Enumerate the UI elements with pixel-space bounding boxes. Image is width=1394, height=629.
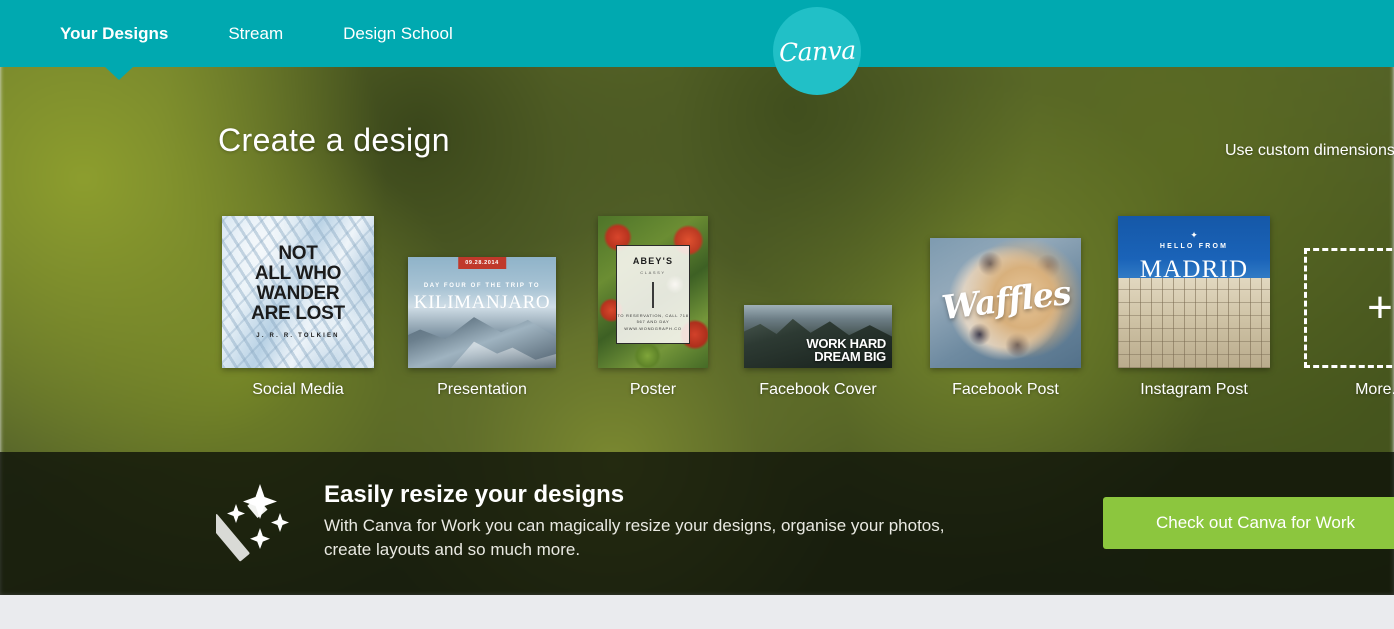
tile-label-presentation: Presentation	[437, 381, 527, 398]
canva-logo[interactable]: Canva	[773, 7, 861, 95]
use-custom-dimensions-link[interactable]: Use custom dimensions	[1225, 142, 1394, 160]
artwork-building	[1118, 278, 1270, 368]
tile-label-social-media: Social Media	[252, 381, 344, 398]
thumbnail-poster: ABEY'S CLASSY TO RESERVATION, CALL 718 5…	[598, 216, 708, 368]
nav-item-stream[interactable]: Stream	[228, 0, 283, 67]
artwork-work-hard-dream-big: WORK HARD DREAM BIG	[744, 305, 892, 368]
page-bottom-strip	[0, 595, 1394, 629]
canva-logo-text: Canva	[778, 35, 856, 67]
artwork-salad-poster: ABEY'S CLASSY TO RESERVATION, CALL 718 5…	[598, 216, 708, 368]
artwork-brand-sub: CLASSY	[640, 270, 666, 276]
check-out-canva-for-work-button[interactable]: Check out Canva for Work	[1103, 497, 1394, 549]
artwork-title: KILIMANJARO	[413, 292, 551, 313]
thumbnail-instagram-post: ✦ HELLO FROM MADRID	[1118, 216, 1270, 368]
artwork-mountains-quote: NOT ALL WHO WANDER ARE LOST J. R. R. TOL…	[222, 216, 374, 368]
thumbnail-presentation: 09.28.2014 DAY FOUR OF THE TRIP TO KILIM…	[408, 257, 556, 368]
tile-label-instagram-post: Instagram Post	[1140, 381, 1248, 398]
thumbnail-facebook-cover: WORK HARD DREAM BIG	[744, 305, 892, 368]
artwork-waffles: Waffles	[930, 238, 1081, 368]
more-dashed-box: +	[1304, 248, 1394, 368]
artwork-date-badge: 09.28.2014	[458, 257, 506, 269]
top-navigation-bar: Your Designs Stream Design School	[0, 0, 1394, 67]
design-tile-more[interactable]: + More...	[1304, 248, 1394, 398]
artwork-subtitle: HELLO FROM	[1159, 243, 1229, 251]
canva-homepage: Your Designs Stream Design School Canva …	[0, 0, 1394, 629]
artwork-title: MADRID	[1139, 255, 1249, 283]
thumbnail-facebook-post: Waffles	[930, 238, 1081, 368]
artwork-brand-name: ABEY'S	[632, 256, 674, 267]
artwork-text: WORK HARD DREAM BIG	[806, 337, 886, 363]
magic-wand-icon	[216, 484, 289, 562]
quote-author: J. R. R. TOLKIEN	[256, 333, 340, 340]
design-tile-facebook-post[interactable]: Waffles Facebook Post	[930, 238, 1081, 398]
active-tab-indicator	[105, 67, 133, 80]
design-type-tiles: NOT ALL WHO WANDER ARE LOST J. R. R. TOL…	[218, 200, 1394, 405]
design-tile-facebook-cover[interactable]: WORK HARD DREAM BIG Facebook Cover	[744, 305, 892, 398]
artwork-madrid-palace: ✦ HELLO FROM MADRID	[1118, 216, 1270, 368]
page-title: Create a design	[218, 122, 450, 158]
star-icon: ✦	[1190, 229, 1198, 240]
nav-item-your-designs[interactable]: Your Designs	[60, 0, 168, 67]
design-tile-poster[interactable]: ABEY'S CLASSY TO RESERVATION, CALL 718 5…	[598, 216, 708, 398]
main-nav: Your Designs Stream Design School	[0, 0, 453, 67]
tile-label-facebook-cover: Facebook Cover	[759, 381, 877, 398]
artwork-contact-info: TO RESERVATION, CALL 718 567 AND DAY WWW…	[617, 312, 689, 332]
design-tile-instagram-post[interactable]: ✦ HELLO FROM MADRID Instagram Post	[1118, 216, 1270, 398]
artwork-card: ABEY'S CLASSY TO RESERVATION, CALL 718 5…	[615, 244, 691, 344]
artwork-kilimanjaro: 09.28.2014 DAY FOUR OF THE TRIP TO KILIM…	[408, 257, 556, 368]
cover-line-2: DREAM BIG	[814, 349, 886, 364]
artwork-subtitle: DAY FOUR OF THE TRIP TO	[423, 283, 541, 289]
nav-item-design-school[interactable]: Design School	[343, 0, 453, 67]
artwork-title: Waffles	[939, 273, 1072, 328]
design-tile-social-media[interactable]: NOT ALL WHO WANDER ARE LOST J. R. R. TOL…	[222, 216, 374, 398]
plus-icon: +	[1367, 283, 1393, 332]
promo-title: Easily resize your designs	[324, 481, 625, 508]
quote-line-4: ARE LOST	[251, 303, 345, 325]
artwork-text: NOT ALL WHO WANDER ARE LOST J. R. R. TOL…	[222, 216, 374, 368]
tile-label-more: More...	[1355, 381, 1394, 398]
design-tile-presentation[interactable]: 09.28.2014 DAY FOUR OF THE TRIP TO KILIM…	[408, 257, 556, 398]
thumbnail-social-media: NOT ALL WHO WANDER ARE LOST J. R. R. TOL…	[222, 216, 374, 368]
quote-line-1: NOT	[278, 243, 318, 265]
quote-line-2: ALL WHO	[254, 263, 342, 285]
promo-description: With Canva for Work you can magically re…	[324, 516, 945, 560]
artwork-divider	[652, 282, 654, 308]
tile-label-facebook-post: Facebook Post	[952, 381, 1059, 398]
quote-line-3: WANDER	[256, 283, 340, 305]
tile-label-poster: Poster	[629, 381, 677, 398]
